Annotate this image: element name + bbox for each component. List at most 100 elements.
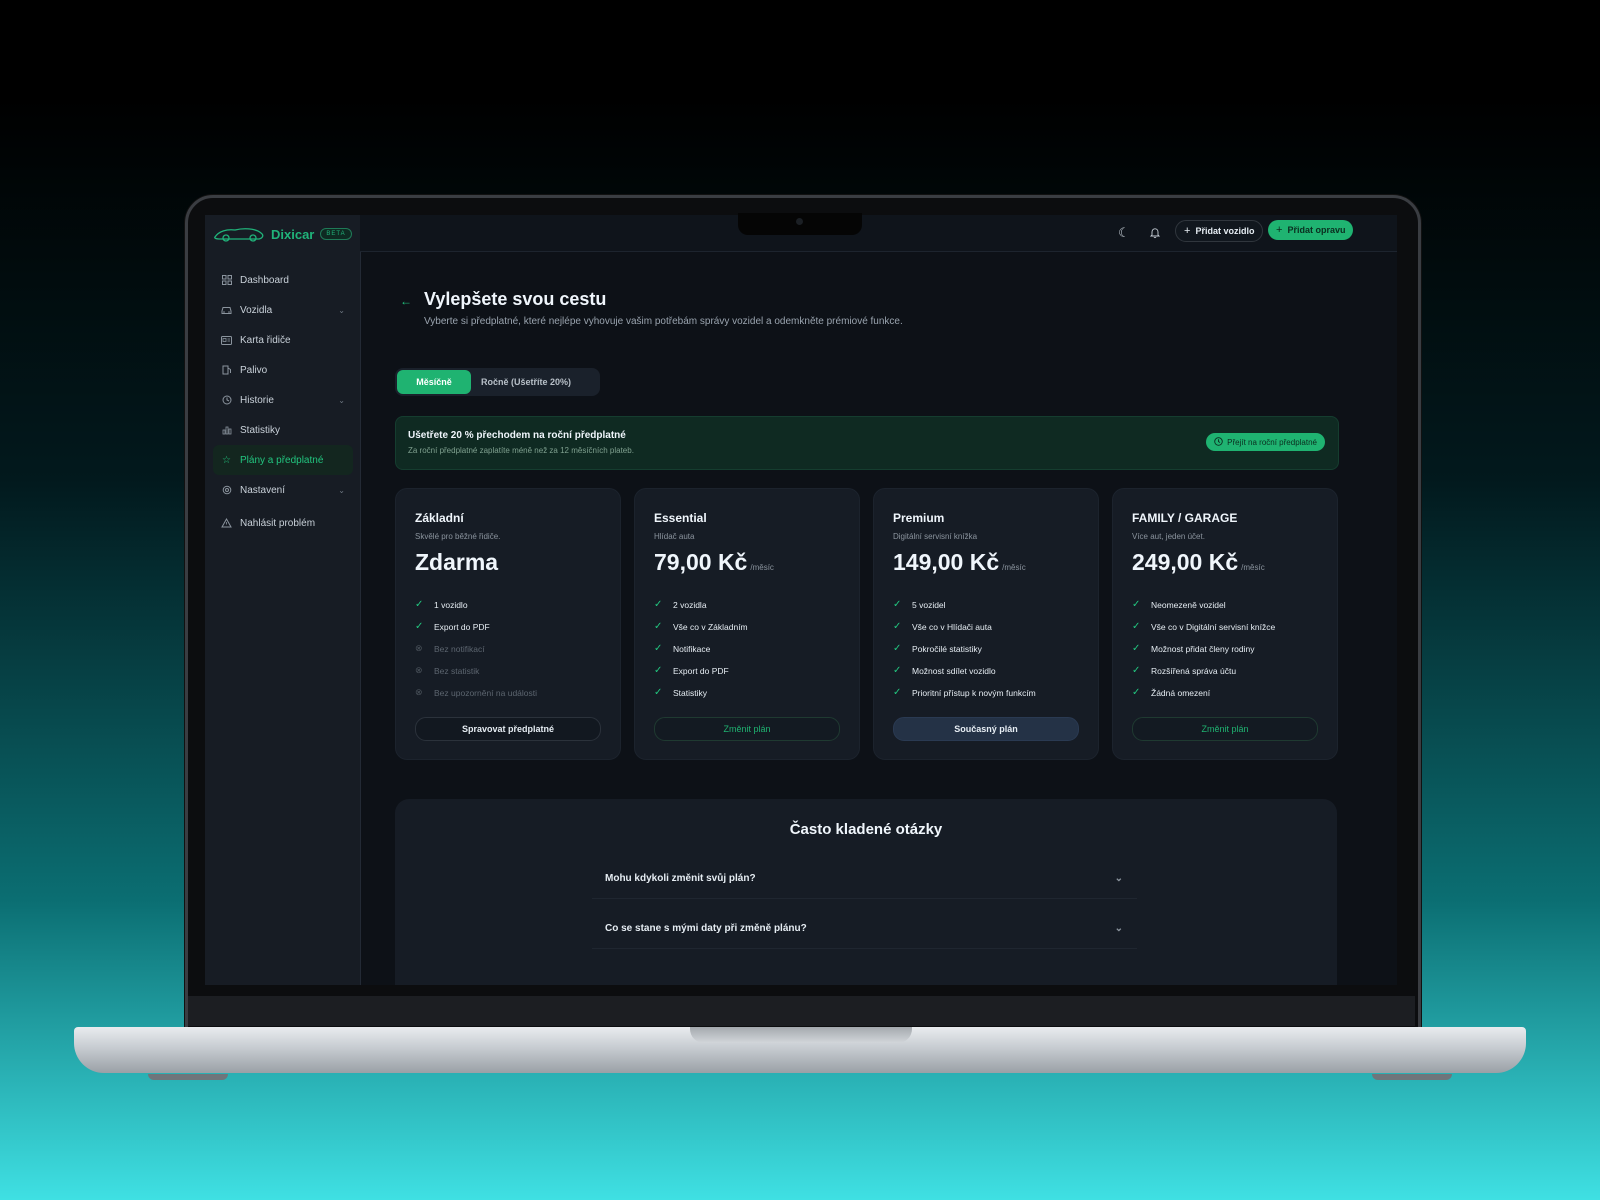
feature-item: ✓ 5 vozidel bbox=[893, 599, 946, 610]
feature-item: ✓ Export do PDF bbox=[654, 665, 729, 676]
sidebar-item-karta-ridice[interactable]: Karta řidiče bbox=[213, 325, 353, 355]
sidebar-item-statistiky[interactable]: Statistiky bbox=[213, 415, 353, 445]
plan-card-essential: Essential Hlídač auta 79,00 Kč/měsíc ✓ 2 … bbox=[634, 488, 860, 760]
bar-chart-icon bbox=[221, 425, 232, 436]
app-name: Dixicar bbox=[271, 226, 315, 242]
plan-price: 249,00 Kč/měsíc bbox=[1132, 549, 1265, 576]
page-subtitle: Vyberte si předplatné, které nejlépe vyh… bbox=[424, 316, 903, 327]
sidebar-item-plany-a-predplatne[interactable]: ☆ Plány a předplatné bbox=[213, 445, 353, 475]
feature-item: ✓ Možnost přidat členy rodiny bbox=[1132, 643, 1254, 654]
add-vehicle-button[interactable]: + Přidat vozidlo bbox=[1175, 220, 1264, 242]
feature-text: Notifikace bbox=[673, 643, 711, 654]
feature-text: Žádná omezení bbox=[1151, 687, 1211, 698]
feature-item: ✓ Statistiky bbox=[654, 687, 707, 698]
fuel-icon bbox=[221, 365, 232, 376]
add-vehicle-label: Přidat vozidlo bbox=[1195, 226, 1255, 236]
change-plan-button[interactable]: Změnit plán bbox=[1132, 717, 1318, 741]
top-bar: ☾ + Přidat vozidlo + Přidat opravu bbox=[360, 215, 1397, 252]
feature-text: Vše co v Hlídači auta bbox=[912, 621, 992, 632]
check-icon: ✓ bbox=[654, 599, 663, 610]
feature-item: ✓ Vše co v Digitální servisní knížce bbox=[1132, 621, 1275, 632]
plan-name: Základní bbox=[415, 511, 464, 525]
sidebar-item-palivo[interactable]: Palivo bbox=[213, 355, 353, 385]
feature-text: Bez notifikací bbox=[434, 643, 485, 654]
faq-item[interactable]: Mohu kdykoli změnit svůj plán? ⌄ bbox=[592, 859, 1137, 899]
plan-description: Hlídač auta bbox=[654, 532, 695, 541]
sidebar: Dixicar BETA Dashboard Vozidla ⌄ Karta ř… bbox=[205, 215, 361, 985]
plan-price: 79,00 Kč/měsíc bbox=[654, 549, 774, 576]
check-icon: ✓ bbox=[893, 665, 902, 676]
car-logo-icon bbox=[214, 228, 264, 242]
plan-name: Premium bbox=[893, 511, 945, 525]
manage-subscription-button[interactable]: Spravovat předplatné bbox=[415, 717, 601, 741]
feature-item: ✓ Pokročilé statistiky bbox=[893, 643, 982, 654]
plus-icon: + bbox=[1276, 224, 1283, 236]
price-period: /měsíc bbox=[1241, 563, 1265, 572]
feature-item: ✓ Export do PDF bbox=[415, 621, 490, 632]
car-icon bbox=[221, 305, 232, 316]
chevron-down-icon: ⌄ bbox=[338, 485, 345, 495]
faq-question: Co se stane s mými daty při změně plánu? bbox=[605, 923, 807, 934]
feature-text: Rozšířená správa účtu bbox=[1151, 665, 1237, 676]
id-card-icon bbox=[221, 335, 232, 346]
feature-item: ✓ Prioritní přístup k novým funkcím bbox=[893, 687, 1036, 698]
camera-notch bbox=[738, 213, 862, 235]
clock-icon bbox=[1214, 436, 1223, 448]
sidebar-item-historie[interactable]: Historie ⌄ bbox=[213, 385, 353, 415]
sidebar-item-nahlasit-problem[interactable]: Nahlásit problém bbox=[213, 508, 353, 538]
sidebar-item-dashboard[interactable]: Dashboard bbox=[213, 265, 353, 295]
yearly-savings-banner: Ušetřete 20 % přechodem na roční předpla… bbox=[395, 416, 1339, 470]
laptop-bezel-bottom bbox=[188, 996, 1415, 1026]
feature-item-disabled: ⊗ Bez upozornění na události bbox=[415, 687, 537, 698]
plan-description: Více aut, jeden účet. bbox=[1132, 532, 1205, 541]
feature-text: Export do PDF bbox=[673, 665, 729, 676]
price-value: 79,00 Kč bbox=[654, 549, 748, 575]
add-repair-button[interactable]: + Přidat opravu bbox=[1268, 220, 1354, 240]
app-screen: Dixicar BETA Dashboard Vozidla ⌄ Karta ř… bbox=[205, 215, 1397, 985]
page-title: Vylepšete svou cestu bbox=[424, 289, 607, 309]
feature-item: ✓ Notifikace bbox=[654, 643, 710, 654]
sidebar-item-label: Historie bbox=[240, 394, 274, 406]
back-arrow-icon[interactable]: ← bbox=[400, 294, 412, 308]
feature-item: ✓ Vše co v Základním bbox=[654, 621, 748, 632]
circle-x-icon: ⊗ bbox=[415, 687, 423, 697]
check-icon: ✓ bbox=[893, 687, 902, 698]
feature-item: ✓ Žádná omezení bbox=[1132, 687, 1210, 698]
feature-item: ✓ Možnost sdílet vozidlo bbox=[893, 665, 996, 676]
feature-text: Prioritní přístup k novým funkcím bbox=[912, 687, 1036, 698]
circle-x-icon: ⊗ bbox=[415, 643, 423, 653]
moon-icon[interactable]: ☾ bbox=[1115, 224, 1133, 242]
feature-item: ✓ 1 vozidlo bbox=[415, 599, 468, 610]
plan-price: Zdarma bbox=[415, 549, 498, 576]
check-icon: ✓ bbox=[893, 621, 902, 632]
plan-card-family-garage: FAMILY / GARAGE Více aut, jeden účet. 24… bbox=[1112, 488, 1338, 760]
chevron-down-icon: ⌄ bbox=[1114, 873, 1123, 884]
laptop-foot-left bbox=[148, 1074, 228, 1080]
feature-text: Bez statistik bbox=[434, 665, 480, 676]
feature-item: ✓ Vše co v Hlídači auta bbox=[893, 621, 992, 632]
banner-subtitle: Za roční předplatné zaplatíte méně než z… bbox=[408, 446, 634, 455]
plan-description: Skvělé pro běžné řidiče. bbox=[415, 532, 501, 541]
check-icon: ✓ bbox=[893, 643, 902, 654]
sidebar-item-nastaveni[interactable]: Nastavení ⌄ bbox=[213, 475, 353, 505]
plan-name: Essential bbox=[654, 511, 707, 525]
warning-icon bbox=[221, 518, 232, 529]
faq-item[interactable]: Co se stane s mými daty při změně plánu?… bbox=[592, 909, 1137, 949]
logo[interactable]: Dixicar BETA bbox=[213, 225, 352, 243]
current-plan-button[interactable]: Současný plán bbox=[893, 717, 1079, 741]
sidebar-item-label: Plány a předplatné bbox=[240, 454, 324, 466]
feature-text: 1 vozidlo bbox=[434, 599, 468, 610]
change-plan-button[interactable]: Změnit plán bbox=[654, 717, 840, 741]
switch-to-yearly-button[interactable]: Přejít na roční předplatné bbox=[1206, 433, 1325, 451]
yearly-tab[interactable]: Ročně (Ušetříte 20%) bbox=[481, 370, 571, 394]
sidebar-item-vozidla[interactable]: Vozidla ⌄ bbox=[213, 295, 353, 325]
price-period: /měsíc bbox=[1002, 563, 1026, 572]
chevron-down-icon: ⌄ bbox=[338, 395, 345, 405]
bell-icon[interactable] bbox=[1146, 224, 1164, 242]
sidebar-item-label: Nastavení bbox=[240, 484, 286, 496]
add-repair-label: Přidat opravu bbox=[1287, 225, 1346, 235]
plan-name: FAMILY / GARAGE bbox=[1132, 511, 1238, 525]
price-value: Zdarma bbox=[415, 549, 499, 575]
monthly-tab[interactable]: Měsíčně bbox=[397, 370, 471, 394]
switch-to-yearly-label: Přejít na roční předplatné bbox=[1227, 437, 1317, 447]
